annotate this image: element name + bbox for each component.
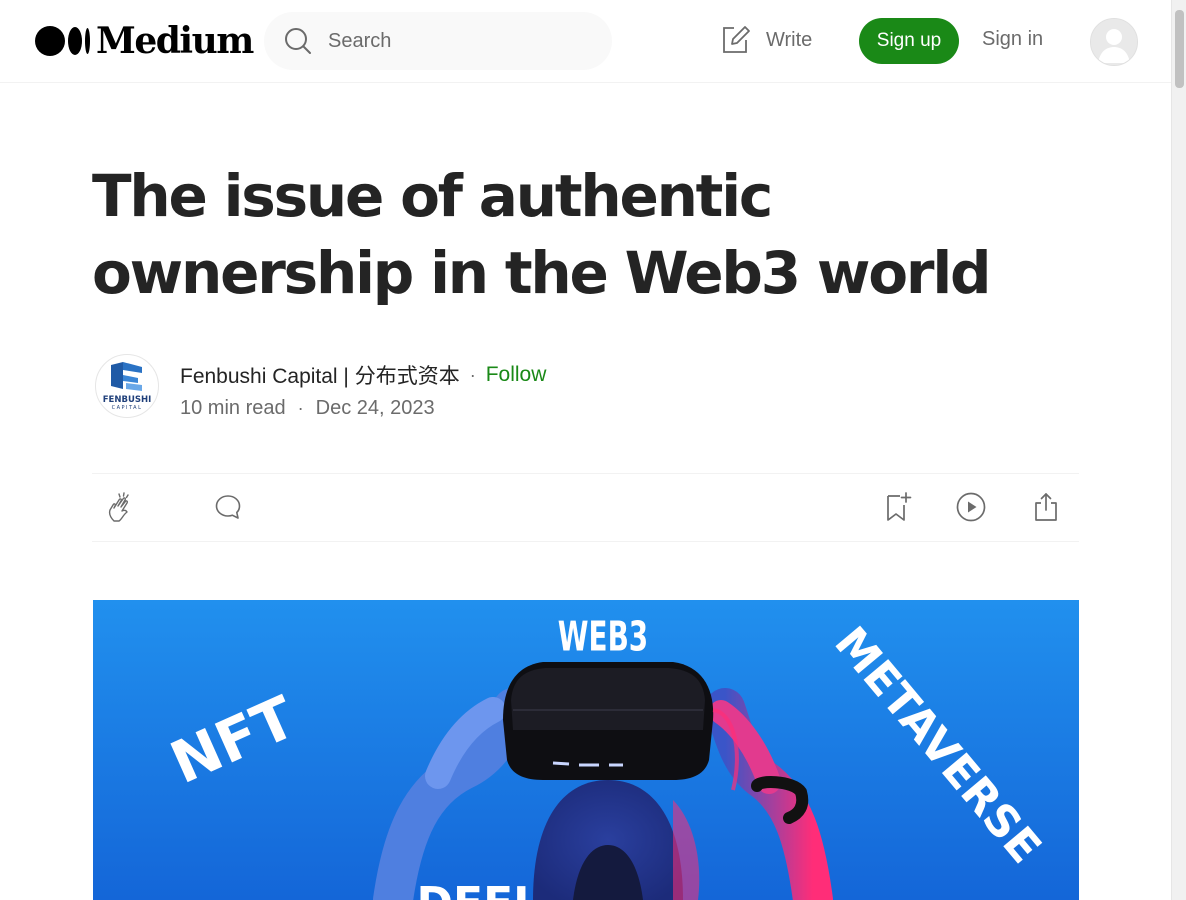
article-action-bar [92,473,1079,542]
share-icon [1035,493,1057,521]
comment-button[interactable] [211,490,245,524]
write-label: Write [766,28,813,51]
user-avatar[interactable] [1090,18,1138,66]
logo-wordmark: Medium [96,20,254,62]
search-icon [285,28,311,54]
hero-image: WEB3 NFT METAVERSE DEFI [93,600,1079,900]
sign-up-button[interactable]: Sign up [859,18,959,64]
author-name[interactable]: Fenbushi Capital | 分布式资本 [180,360,460,390]
medium-logo-mark [35,26,90,56]
medium-logo[interactable]: Medium [35,20,254,62]
hero-word-defi: DEFI [416,878,529,900]
search-box[interactable] [264,12,612,70]
article-title: The issue of authentic ownership in the … [92,162,992,307]
author-avatar[interactable]: FENBUSHI CAPITAL [95,354,159,418]
logo-circle [35,26,65,56]
clap-icon [108,492,129,522]
logo-bar [85,28,90,54]
bookmark-button[interactable] [881,490,915,524]
separator-dot: · [297,398,304,418]
author-logo-text: FENBUSHI [103,395,152,405]
comment-icon [215,495,241,519]
write-icon [723,26,750,53]
vertical-scrollbar[interactable] [1171,0,1186,900]
clap-button[interactable] [104,490,138,524]
author-logo-subtext: CAPITAL [112,405,143,411]
article-meta: 10 min read · Dec 24, 2023 [180,397,435,420]
vr-headset-illustration: WEB3 NFT METAVERSE DEFI [93,600,1079,900]
sign-in-link[interactable]: Sign in [982,28,1043,51]
logo-ellipse [68,27,82,55]
top-navigation-bar: Medium Write Sign up Sign in [0,0,1171,83]
follow-button[interactable]: Follow [486,363,547,387]
listen-button[interactable] [954,490,988,524]
bookmark-add-icon [887,492,912,521]
read-time: 10 min read [180,397,286,419]
author-line: Fenbushi Capital | 分布式资本 · Follow [180,360,546,390]
separator-dot: · [469,364,476,385]
search-input[interactable] [326,28,570,54]
fenbushi-logo: FENBUSHI CAPITAL [103,362,152,411]
scrollbar-thumb[interactable] [1175,10,1184,88]
default-avatar-icon [1091,19,1137,65]
publish-date: Dec 24, 2023 [315,397,435,419]
hero-word-web3: WEB3 [558,614,648,661]
write-button[interactable]: Write [720,24,812,56]
play-circle-icon [956,492,986,522]
share-button[interactable] [1029,490,1063,524]
